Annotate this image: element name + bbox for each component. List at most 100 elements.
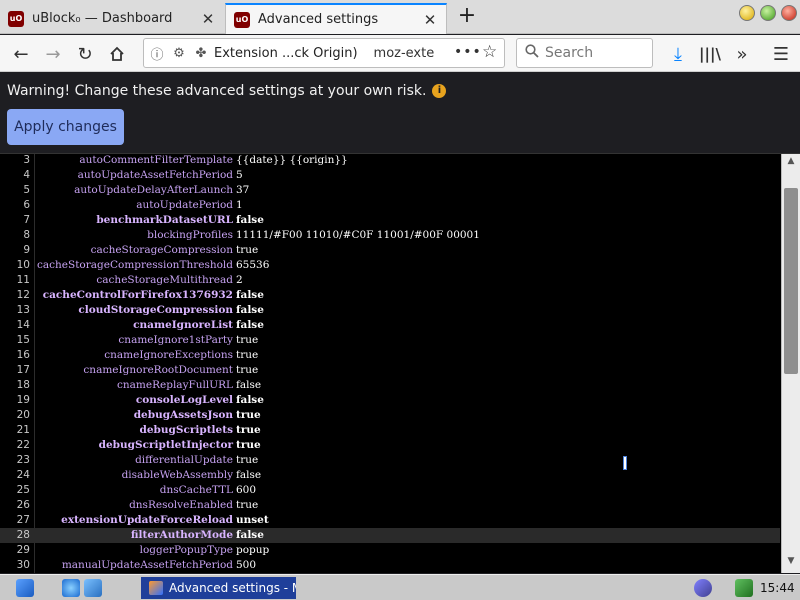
- setting-row[interactable]: 18 cnameReplayFullURL false: [0, 378, 780, 393]
- arrow-right-icon: →: [45, 43, 61, 65]
- tab-dashboard[interactable]: uO uBlock₀ — Dashboard ✕: [0, 3, 224, 34]
- setting-value[interactable]: unset: [236, 513, 269, 528]
- setting-row[interactable]: 28 filterAuthorMode false: [0, 528, 780, 543]
- setting-value[interactable]: false: [236, 378, 261, 393]
- setting-value[interactable]: true: [236, 453, 258, 468]
- apply-changes-button[interactable]: Apply changes: [7, 109, 124, 145]
- setting-row[interactable]: 4 autoUpdateAssetFetchPeriod 5: [0, 168, 780, 183]
- setting-row[interactable]: 16 cnameIgnoreExceptions true: [0, 348, 780, 363]
- setting-value[interactable]: true: [236, 498, 258, 513]
- setting-value[interactable]: 11111/#F00 11010/#C0F 11001/#00F 00001: [236, 228, 480, 243]
- setting-row[interactable]: 8 blockingProfiles 11111/#F00 11010/#C0F 1…: [0, 228, 780, 243]
- window-maximize-button[interactable]: [760, 5, 776, 21]
- line-number: 12: [16, 289, 30, 301]
- settings-editor[interactable]: 3 autoCommentFilterTemplate {{date}} {{ori…: [0, 153, 800, 573]
- setting-key: differentialUpdate: [135, 454, 233, 466]
- setting-value[interactable]: popup: [236, 543, 269, 558]
- setting-value[interactable]: true: [236, 363, 258, 378]
- close-icon[interactable]: ✕: [422, 11, 438, 29]
- setting-value[interactable]: true: [236, 408, 261, 423]
- bookmark-star-icon[interactable]: ☆: [482, 42, 497, 62]
- app-icon[interactable]: [84, 579, 102, 597]
- library-button[interactable]: |||\: [697, 41, 723, 67]
- window-close-button[interactable]: [781, 5, 797, 21]
- setting-row[interactable]: 21 debugScriptlets true: [0, 423, 780, 438]
- window-minimize-button[interactable]: [739, 5, 755, 21]
- setting-value[interactable]: {{date}} {{origin}}: [236, 154, 348, 168]
- setting-row[interactable]: 23 differentialUpdate true: [0, 453, 780, 468]
- setting-row[interactable]: 14 cnameIgnoreList false: [0, 318, 780, 333]
- scroll-up-icon[interactable]: ▲: [782, 156, 800, 170]
- close-icon[interactable]: ✕: [200, 10, 216, 28]
- setting-value[interactable]: 500: [236, 558, 256, 573]
- setting-row[interactable]: 29 loggerPopupType popup: [0, 543, 780, 558]
- setting-value[interactable]: false: [236, 213, 264, 228]
- url-text[interactable]: moz-exte: [374, 46, 435, 61]
- setting-row[interactable]: 10 cacheStorageCompressionThreshold 65536: [0, 258, 780, 273]
- tab-advanced-settings[interactable]: uO Advanced settings ✕: [225, 3, 447, 34]
- page-actions-icon[interactable]: •••: [454, 44, 482, 60]
- finder-icon[interactable]: [16, 579, 34, 597]
- setting-row[interactable]: 30 manualUpdateAssetFetchPeriod 500: [0, 558, 780, 573]
- setting-value[interactable]: false: [236, 318, 264, 333]
- setting-row[interactable]: 11 cacheStorageMultithread 2: [0, 273, 780, 288]
- setting-value[interactable]: 600: [236, 483, 256, 498]
- tray-app-icon[interactable]: [735, 579, 753, 597]
- setting-row[interactable]: 22 debugScriptletInjector true: [0, 438, 780, 453]
- line-number: 14: [16, 319, 30, 331]
- back-button[interactable]: ←: [8, 41, 34, 67]
- setting-value[interactable]: 65536: [236, 258, 269, 273]
- setting-value[interactable]: false: [236, 468, 261, 483]
- setting-row[interactable]: 24 disableWebAssembly false: [0, 468, 780, 483]
- setting-row[interactable]: 6 autoUpdatePeriod 1: [0, 198, 780, 213]
- setting-value[interactable]: 2: [236, 273, 243, 288]
- scroll-down-icon[interactable]: ▼: [782, 556, 800, 570]
- setting-value[interactable]: false: [236, 303, 264, 318]
- vertical-scrollbar[interactable]: ▲ ▼: [781, 154, 800, 573]
- setting-row[interactable]: 19 consoleLogLevel false: [0, 393, 780, 408]
- taskbar-task-button[interactable]: Advanced settings - M...: [141, 577, 296, 599]
- permissions-icon[interactable]: ⚙: [170, 46, 188, 61]
- setting-value[interactable]: 5: [236, 168, 243, 183]
- overflow-button[interactable]: »: [729, 41, 755, 67]
- info-circle-icon[interactable]: ⓘ: [148, 44, 166, 63]
- new-tab-button[interactable]: +: [456, 5, 478, 29]
- forward-button[interactable]: →: [40, 41, 66, 67]
- reload-button[interactable]: ↻: [72, 41, 98, 67]
- setting-row[interactable]: 15 cnameIgnore1stParty true: [0, 333, 780, 348]
- tray-network-icon[interactable]: [694, 579, 712, 597]
- menu-button[interactable]: ☰: [768, 41, 794, 67]
- home-button[interactable]: [104, 41, 130, 67]
- downloads-button[interactable]: ⤓: [665, 41, 691, 67]
- setting-row[interactable]: 26 dnsResolveEnabled true: [0, 498, 780, 513]
- setting-row[interactable]: 27 extensionUpdateForceReload unset: [0, 513, 780, 528]
- setting-value[interactable]: true: [236, 348, 258, 363]
- setting-value[interactable]: false: [236, 288, 264, 303]
- setting-row[interactable]: 7 benchmarkDatasetURL false: [0, 213, 780, 228]
- setting-key: cnameIgnoreList: [133, 319, 233, 331]
- setting-row[interactable]: 12 cacheControlForFirefox1376932 false: [0, 288, 780, 303]
- url-bar[interactable]: ⓘ ⚙ ✤ Extension ...ck Origin) moz-exte •…: [143, 38, 505, 68]
- setting-row[interactable]: 3 autoCommentFilterTemplate {{date}} {{ori…: [0, 154, 780, 168]
- setting-value[interactable]: true: [236, 333, 258, 348]
- setting-row[interactable]: 5 autoUpdateDelayAfterLaunch 37: [0, 183, 780, 198]
- line-number: 15: [16, 334, 30, 346]
- setting-row[interactable]: 25 dnsCacheTTL 600: [0, 483, 780, 498]
- info-icon[interactable]: i: [432, 84, 447, 98]
- scrollbar-thumb[interactable]: [784, 188, 798, 374]
- setting-row[interactable]: 13 cloudStorageCompression false: [0, 303, 780, 318]
- browser-icon[interactable]: [62, 579, 80, 597]
- setting-row[interactable]: 17 cnameIgnoreRootDocument true: [0, 363, 780, 378]
- setting-value[interactable]: 37: [236, 183, 249, 198]
- line-number: 23: [16, 454, 30, 466]
- setting-value[interactable]: 1: [236, 198, 243, 213]
- setting-value[interactable]: true: [236, 243, 258, 258]
- setting-value[interactable]: true: [236, 423, 261, 438]
- setting-key: loggerPopupType: [139, 544, 233, 556]
- setting-row[interactable]: 20 debugAssetsJson true: [0, 408, 780, 423]
- setting-value[interactable]: true: [236, 438, 261, 453]
- setting-row[interactable]: 9 cacheStorageCompression true: [0, 243, 780, 258]
- search-input[interactable]: Search: [516, 38, 653, 68]
- setting-value[interactable]: false: [236, 393, 264, 408]
- setting-value[interactable]: false: [236, 528, 264, 543]
